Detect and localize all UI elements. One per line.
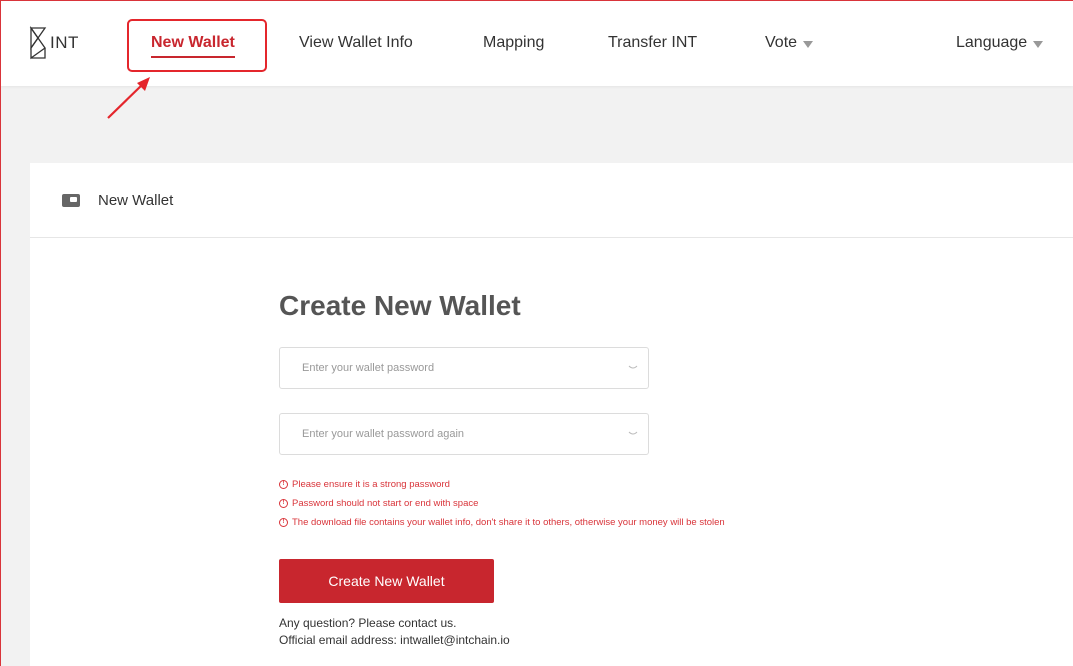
annotation-arrow-icon: [107, 77, 150, 119]
int-logo-icon: [29, 26, 47, 60]
nav-view-wallet-info-label: View Wallet Info: [299, 34, 413, 51]
nav-transfer-int[interactable]: Transfer INT: [608, 0, 697, 86]
create-new-wallet-button[interactable]: Create New Wallet: [279, 559, 494, 603]
card-header: New Wallet: [30, 163, 1073, 238]
contact-info: Any question? Please contact us. Officia…: [279, 615, 510, 649]
annotation-highlight-box: [127, 19, 267, 72]
eye-closed-icon[interactable]: [618, 348, 648, 388]
nav-mapping[interactable]: Mapping: [483, 0, 544, 86]
eye-closed-glyph: [628, 365, 638, 369]
nav-view-wallet-info[interactable]: View Wallet Info: [299, 0, 413, 86]
int-logo[interactable]: INT: [28, 20, 79, 66]
new-wallet-card: New Wallet Create New Wallet ! Please en…: [30, 163, 1073, 666]
form-title: Create New Wallet: [279, 290, 521, 321]
password-field: [279, 347, 649, 389]
warning-text: Please ensure it is a strong password: [292, 479, 450, 490]
warning-item: ! Please ensure it is a strong password: [279, 475, 725, 494]
nav-vote-label: Vote: [765, 34, 798, 51]
password-warnings: ! Please ensure it is a strong password …: [279, 475, 725, 532]
password-again-field: [279, 413, 649, 455]
nav-transfer-int-label: Transfer INT: [608, 34, 698, 51]
warning-item: ! The download file contains your wallet…: [279, 513, 725, 532]
nav-language-label: Language: [956, 34, 1028, 51]
logo-text: INT: [50, 33, 79, 52]
password-input[interactable]: [280, 348, 618, 388]
contact-line: Any question? Please contact us.: [279, 616, 457, 630]
warning-circle-icon: !: [279, 518, 288, 527]
password-again-input[interactable]: [280, 414, 618, 454]
card-title: New Wallet: [98, 191, 174, 209]
nav-vote[interactable]: Vote: [765, 0, 814, 86]
warning-circle-icon: !: [279, 480, 288, 489]
create-wallet-form: Create New Wallet ! Please ensure it is …: [279, 288, 839, 647]
wallet-icon: [62, 193, 80, 207]
warning-text: The download file contains your wallet i…: [292, 517, 725, 528]
caret-down-icon: [1033, 40, 1044, 48]
warning-text: Password should not start or end with sp…: [292, 498, 479, 509]
warning-item: ! Password should not start or end with …: [279, 494, 725, 513]
caret-down-icon: [803, 40, 814, 48]
nav-mapping-label: Mapping: [483, 34, 545, 51]
contact-email-line: Official email address: intwallet@intcha…: [279, 633, 510, 647]
eye-closed-glyph: [628, 431, 638, 435]
nav-language[interactable]: Language: [956, 0, 1044, 86]
eye-closed-icon[interactable]: [618, 414, 648, 454]
warning-circle-icon: !: [279, 499, 288, 508]
